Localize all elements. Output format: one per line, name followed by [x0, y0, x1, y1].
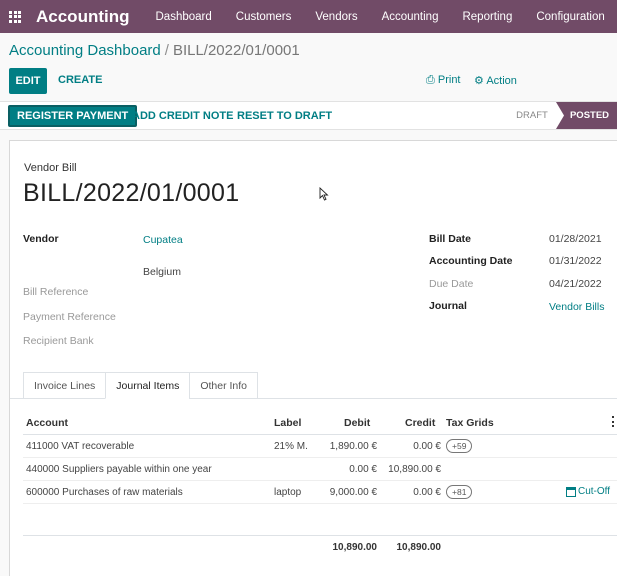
recipient-bank-label: Recipient Bank	[23, 335, 94, 347]
add-credit-note-button[interactable]: ADD CREDIT NOTE	[132, 110, 233, 122]
notebook-tabs: Invoice Lines Journal Items Other Info	[23, 372, 259, 399]
due-date-label: Due Date	[429, 278, 474, 290]
stage-posted[interactable]: POSTED	[556, 102, 617, 129]
cell-label: laptop	[274, 487, 302, 498]
optional-columns-icon[interactable]	[612, 416, 615, 427]
total-debit: 10,890.00	[332, 542, 378, 553]
total-credit: 10,890.00	[396, 542, 442, 553]
form-sheet: Vendor Bill BILL/2022/01/0001 Vendor Cup…	[9, 140, 617, 576]
action-label: Action	[486, 75, 517, 87]
table-row[interactable]: 411000 VAT recoverable 21% M. 1,890.00 €…	[23, 435, 617, 458]
tax-grid-tag: +59	[446, 439, 473, 453]
document-type: Vendor Bill	[24, 162, 77, 174]
document-name: BILL/2022/01/0001	[23, 179, 240, 207]
calendar-icon	[566, 486, 576, 497]
accounting-date-label: Accounting Date	[429, 255, 513, 267]
table-row[interactable]: 600000 Purchases of raw materials laptop…	[23, 481, 617, 504]
table-header: Account Label Debit Credit Tax Grids	[23, 409, 617, 435]
cutoff-label: Cut-Off	[578, 486, 611, 497]
cell-credit: 0.00 €	[413, 441, 441, 452]
tab-invoice-lines[interactable]: Invoice Lines	[23, 372, 107, 399]
bill-date-label: Bill Date	[429, 233, 472, 245]
due-date-value: 04/21/2022	[549, 278, 602, 290]
top-navbar: Accounting Dashboard Customers Vendors A…	[0, 0, 617, 33]
tax-grid-tag: +81	[446, 485, 473, 499]
printer-icon: ⎙	[426, 74, 435, 86]
print-menu[interactable]: ⎙ Print	[426, 74, 461, 87]
app-brand[interactable]: Accounting	[36, 7, 130, 27]
gear-icon: ⚙	[474, 75, 484, 87]
reset-to-draft-button[interactable]: RESET TO DRAFT	[237, 110, 332, 122]
bill-date-value: 01/28/2021	[549, 233, 602, 245]
menu-configuration[interactable]: Configuration	[536, 11, 604, 23]
tab-journal-items[interactable]: Journal Items	[105, 372, 191, 399]
cell-credit: 10,890.00 €	[388, 464, 441, 475]
register-payment-button[interactable]: REGISTER PAYMENT	[8, 105, 138, 127]
journal-label: Journal	[429, 300, 467, 312]
col-label[interactable]: Label	[274, 417, 301, 429]
col-tax-grids[interactable]: Tax Grids	[446, 417, 494, 429]
payment-reference-label: Payment Reference	[23, 311, 116, 323]
bill-reference-label: Bill Reference	[23, 286, 89, 298]
breadcrumb: Accounting Dashboard / BILL/2022/01/0001	[9, 42, 300, 59]
table-footer: 10,890.00 10,890.00	[23, 536, 617, 558]
cell-debit: 1,890.00 €	[329, 441, 377, 452]
print-label: Print	[437, 74, 461, 86]
journal-link[interactable]: Vendor Bills	[549, 301, 604, 313]
menu-customers[interactable]: Customers	[236, 11, 292, 23]
accounting-date-value: 01/31/2022	[549, 255, 602, 267]
mouse-cursor-icon	[319, 187, 329, 201]
journal-items-table: Account Label Debit Credit Tax Grids 411…	[23, 409, 617, 558]
cell-debit: 9,000.00 €	[329, 487, 377, 498]
col-credit[interactable]: Credit	[405, 417, 435, 429]
cell-account: 600000 Purchases of raw materials	[26, 487, 183, 498]
menu-vendors[interactable]: Vendors	[315, 11, 357, 23]
col-debit[interactable]: Debit	[344, 417, 370, 429]
vendor-label: Vendor	[23, 233, 59, 245]
table-spacer	[23, 504, 617, 536]
table-row[interactable]: 440000 Suppliers payable within one year…	[23, 458, 617, 481]
stage-draft[interactable]: DRAFT	[508, 102, 556, 129]
vendor-name-link[interactable]: Cupatea	[143, 234, 183, 246]
menu-dashboard[interactable]: Dashboard	[156, 11, 212, 23]
breadcrumb-separator: /	[164, 42, 169, 59]
cutoff-button[interactable]: Cut-Off	[566, 486, 610, 497]
cell-account: 440000 Suppliers payable within one year	[26, 464, 212, 475]
vendor-country: Belgium	[143, 266, 181, 278]
cell-label: 21% M.	[274, 441, 308, 452]
cell-account: 411000 VAT recoverable	[26, 441, 135, 452]
cell-credit: 0.00 €	[413, 487, 441, 498]
create-button[interactable]: CREATE	[58, 74, 102, 86]
cell-debit: 0.00 €	[349, 464, 377, 475]
edit-button[interactable]: EDIT	[9, 68, 47, 94]
form-statusbar: REGISTER PAYMENT ADD CREDIT NOTE RESET T…	[0, 101, 617, 130]
menu-accounting[interactable]: Accounting	[382, 11, 439, 23]
apps-menu-icon[interactable]	[0, 0, 30, 33]
tab-other-info[interactable]: Other Info	[189, 372, 259, 399]
breadcrumb-current: BILL/2022/01/0001	[172, 42, 300, 59]
menu-reporting[interactable]: Reporting	[462, 11, 512, 23]
breadcrumb-parent[interactable]: Accounting Dashboard	[9, 42, 161, 59]
action-menu[interactable]: ⚙ Action	[474, 74, 517, 87]
col-account[interactable]: Account	[26, 417, 68, 429]
